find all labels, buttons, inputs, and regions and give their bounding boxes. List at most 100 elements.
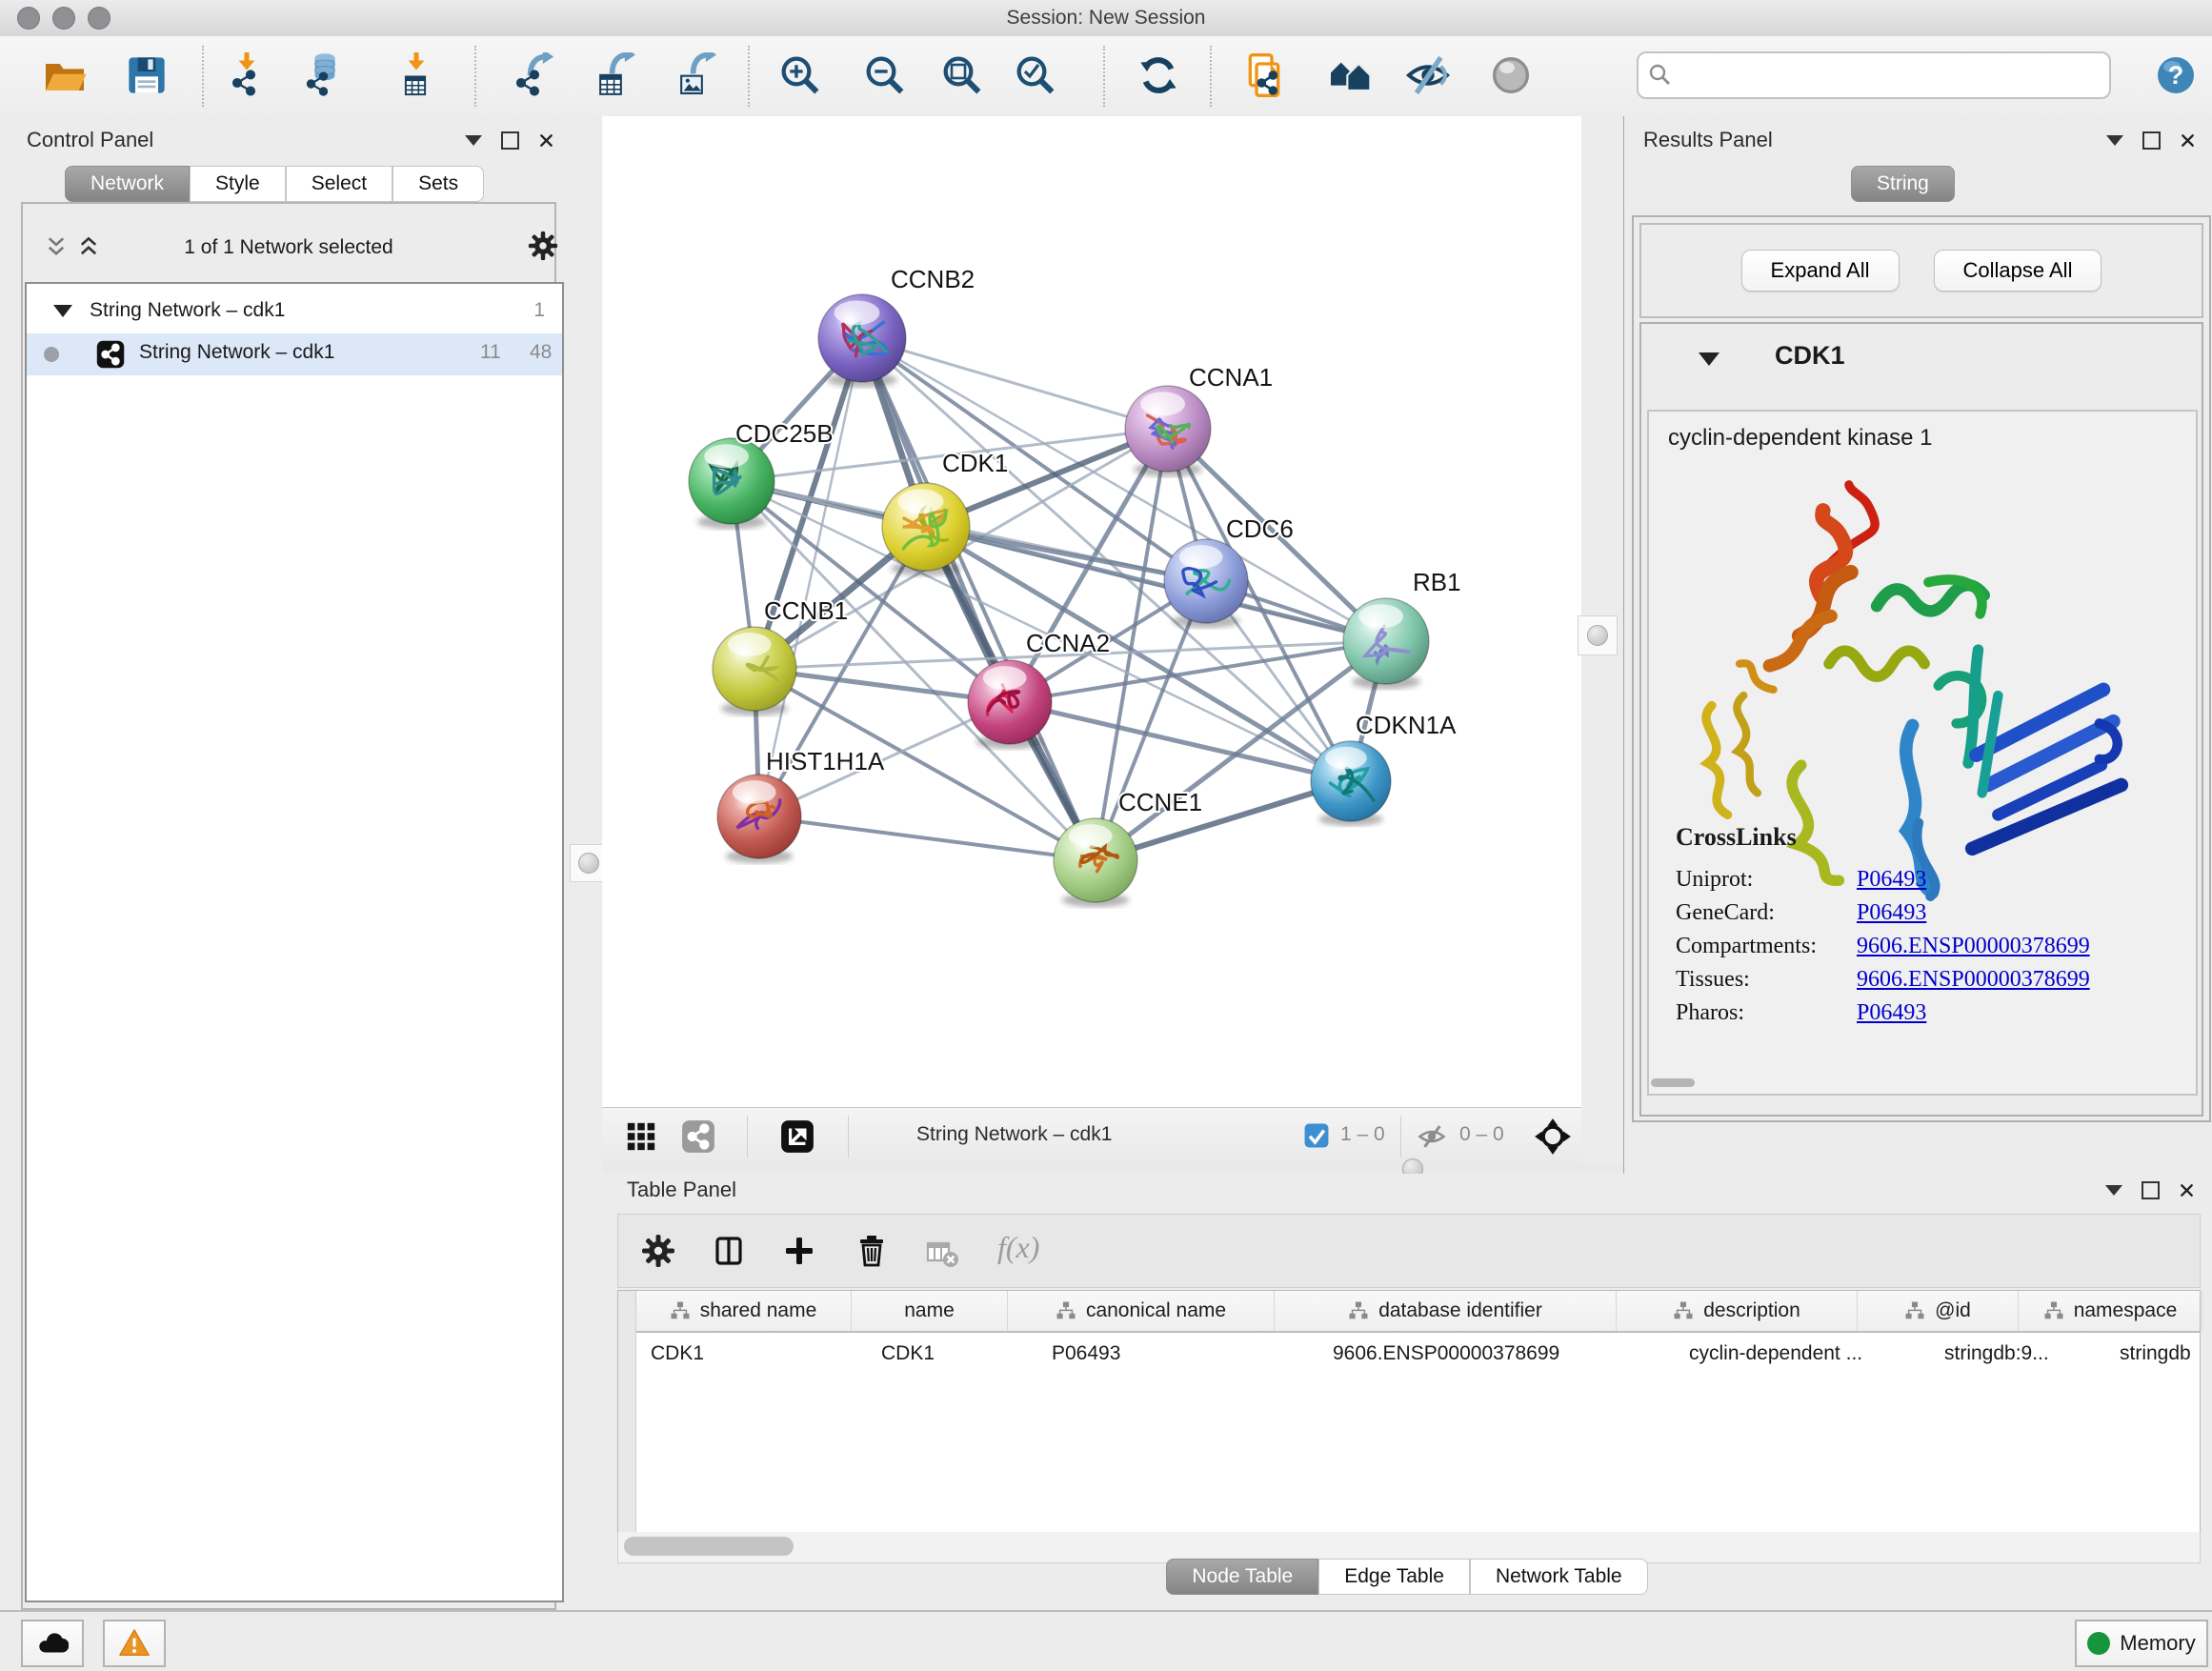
detach-view-icon[interactable] (779, 1118, 815, 1155)
network-node-RB1[interactable] (1343, 598, 1429, 689)
table-cell[interactable]: CDK1 (635, 1333, 866, 1375)
crosslink-link[interactable]: 9606.ENSP00000378699 (1857, 934, 2090, 959)
zoom-in-icon[interactable] (777, 52, 823, 98)
crosslink-link[interactable]: 9606.ENSP00000378699 (1857, 967, 2090, 993)
zoom-selected-icon[interactable] (1013, 52, 1058, 98)
tab-network-table[interactable]: Network Table (1470, 1559, 1648, 1595)
network-row-selected[interactable]: String Network – cdk1 11 48 (27, 333, 562, 375)
column-header-@id[interactable]: @id (1858, 1291, 2019, 1331)
panel-menu-icon[interactable] (465, 135, 482, 146)
table-cell[interactable]: stringdb (2104, 1333, 2212, 1375)
network-collection-row[interactable]: String Network – cdk1 1 (27, 292, 562, 333)
column-header-shared-name[interactable]: shared name (635, 1291, 852, 1331)
tab-style[interactable]: Style (190, 166, 286, 202)
network-node-CCNE1[interactable] (1054, 818, 1137, 907)
table-cell[interactable]: 9606.ENSP00000378699 (1317, 1333, 1674, 1375)
network-edge[interactable] (759, 338, 862, 816)
table-cell[interactable]: P06493 (1036, 1333, 1317, 1375)
grid-view-icon[interactable] (625, 1120, 657, 1153)
save-session-icon[interactable] (124, 52, 170, 98)
collapse-all-button[interactable]: Collapse All (1934, 250, 2102, 292)
network-overview-icon[interactable] (680, 1118, 716, 1155)
tab-select[interactable]: Select (286, 166, 392, 202)
show-all-icon[interactable] (1488, 52, 1534, 98)
import-network-database-icon[interactable] (305, 52, 351, 98)
delete-table-icon[interactable] (925, 1236, 959, 1270)
selected-checkbox-icon[interactable] (1303, 1122, 1330, 1149)
network-node-CCNA1[interactable] (1125, 386, 1211, 476)
clone-network-icon[interactable] (1241, 52, 1287, 98)
tab-sets[interactable]: Sets (392, 166, 484, 202)
search-input[interactable] (1680, 57, 2103, 91)
import-table-file-icon[interactable] (396, 52, 442, 98)
panel-close-icon[interactable] (538, 132, 554, 149)
hide-selected-icon[interactable] (1405, 52, 1451, 98)
table-cell[interactable]: CDK1 (866, 1333, 1036, 1375)
results-hscroll-thumb[interactable] (1651, 1078, 1695, 1087)
warnings-button[interactable] (103, 1620, 166, 1667)
show-columns-icon[interactable] (712, 1234, 746, 1268)
refresh-icon[interactable] (1136, 52, 1181, 98)
panel-float-icon[interactable] (2142, 131, 2161, 150)
export-network-icon[interactable] (514, 52, 560, 98)
export-image-icon[interactable] (675, 52, 721, 98)
panel-float-icon[interactable] (501, 131, 519, 150)
network-node-CDC6[interactable] (1164, 539, 1248, 628)
network-view[interactable]: CCNB2CCNA1CDC25BCDK1CDC6RB1CCNB1CCNA2CDK… (602, 116, 1581, 1107)
network-options-gear-icon[interactable] (528, 231, 558, 261)
panel-menu-icon[interactable] (2105, 1185, 2122, 1196)
column-header-name[interactable]: name (852, 1291, 1008, 1331)
search-field[interactable] (1637, 51, 2111, 99)
crosslink-link[interactable]: P06493 (1857, 867, 1926, 893)
add-column-icon[interactable] (782, 1234, 816, 1268)
first-neighbors-icon[interactable] (1327, 52, 1373, 98)
column-header-canonical-name[interactable]: canonical name (1008, 1291, 1275, 1331)
memory-button[interactable]: Memory (2075, 1620, 2208, 1667)
zoom-out-icon[interactable] (862, 52, 908, 98)
node-label-CCNB2: CCNB2 (891, 265, 975, 293)
entry-collapse-icon[interactable] (1699, 352, 1719, 366)
panel-close-icon[interactable] (2179, 1182, 2195, 1198)
function-builder-icon[interactable]: f(x) (997, 1230, 1039, 1265)
export-table-icon[interactable] (594, 52, 640, 98)
tab-node-table[interactable]: Node Table (1166, 1559, 1318, 1595)
network-edge[interactable] (759, 816, 1096, 860)
node-label-CCNA1: CCNA1 (1189, 363, 1273, 392)
network-edge[interactable] (862, 338, 1096, 860)
crosslink-link[interactable]: P06493 (1857, 1000, 1926, 1026)
network-edge-count: 48 (530, 341, 552, 364)
network-node-CDKN1A[interactable] (1311, 741, 1391, 826)
expand-all-button[interactable]: Expand All (1741, 250, 1900, 292)
panel-close-icon[interactable] (2180, 132, 2196, 149)
panel-menu-icon[interactable] (2106, 135, 2123, 146)
column-header-description[interactable]: description (1617, 1291, 1858, 1331)
import-network-file-icon[interactable] (229, 52, 274, 98)
table-row[interactable]: CDK1CDK1P064939606.ENSP00000378699cyclin… (635, 1333, 2200, 1375)
zoom-fit-icon[interactable] (939, 52, 985, 98)
panel-float-icon[interactable] (2142, 1181, 2160, 1199)
birds-eye-crosshair-icon[interactable] (1534, 1117, 1572, 1156)
delete-column-icon[interactable] (855, 1234, 889, 1268)
network-node-CDC25B[interactable] (689, 438, 774, 529)
open-session-icon[interactable] (42, 52, 88, 98)
application-window: Session: New Session (0, 0, 2212, 1671)
tab-string[interactable]: String (1851, 166, 1955, 202)
table-cell[interactable]: cyclin-dependent ... (1674, 1333, 1929, 1375)
network-node-HIST1H1A[interactable] (717, 775, 801, 863)
network-node-CDK1[interactable] (882, 483, 970, 576)
table-cell[interactable]: stringdb:9... (1929, 1333, 2104, 1375)
table-settings-gear-icon[interactable] (641, 1234, 675, 1268)
collection-expand-icon[interactable] (53, 305, 72, 317)
network-edge[interactable] (1010, 702, 1351, 781)
tab-network[interactable]: Network (65, 166, 190, 202)
column-header-namespace[interactable]: namespace (2019, 1291, 2202, 1331)
crosslink-link[interactable]: P06493 (1857, 900, 1926, 926)
help-icon[interactable]: ? (2153, 52, 2199, 98)
cloud-button[interactable] (21, 1620, 84, 1667)
column-header-database-identifier[interactable]: database identifier (1275, 1291, 1617, 1331)
tab-edge-table[interactable]: Edge Table (1318, 1559, 1470, 1595)
right-splitter-handle[interactable] (1578, 615, 1618, 655)
hidden-eye-slash-icon[interactable] (1418, 1122, 1446, 1151)
table-hscroll-thumb[interactable] (624, 1537, 794, 1556)
network-edge[interactable] (862, 338, 1168, 429)
